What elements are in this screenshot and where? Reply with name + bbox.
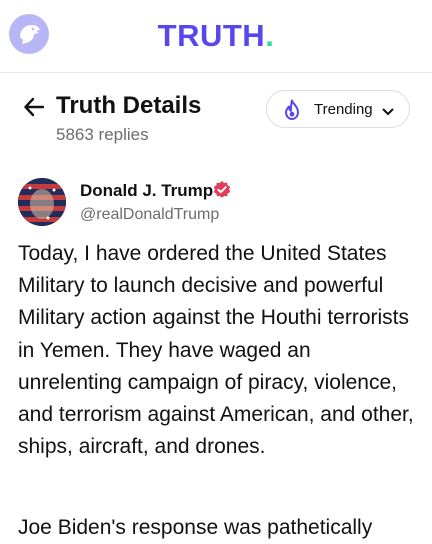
arrow-left-icon[interactable] [22, 95, 46, 119]
sort-label: Trending [314, 101, 373, 118]
logo-text: TRUTH [157, 18, 266, 53]
reply-count: 5863 replies [56, 125, 149, 144]
post-text: Today, I have ordered the United States … [18, 242, 414, 459]
author-name[interactable]: Donald J. Trump [80, 181, 213, 201]
post-author: Donald J. Trump @realDonaldTrump [18, 178, 418, 230]
sort-dropdown-button[interactable]: Trending [266, 90, 410, 128]
top-bar: TRUTH. [0, 0, 432, 73]
chevron-down-icon [382, 104, 394, 122]
author-handle[interactable]: @realDonaldTrump [80, 206, 219, 224]
fire-icon [282, 99, 302, 126]
verified-badge-icon [212, 180, 232, 205]
avatar[interactable] [18, 178, 66, 226]
truth-logo[interactable]: TRUTH. [0, 18, 432, 54]
logo-dot: . [265, 18, 275, 53]
detail-header: Truth Details 5863 replies Trending [0, 86, 432, 146]
page-title: Truth Details [56, 92, 202, 119]
post-text-continued: Joe Biden's response was pathetically [18, 516, 373, 539]
